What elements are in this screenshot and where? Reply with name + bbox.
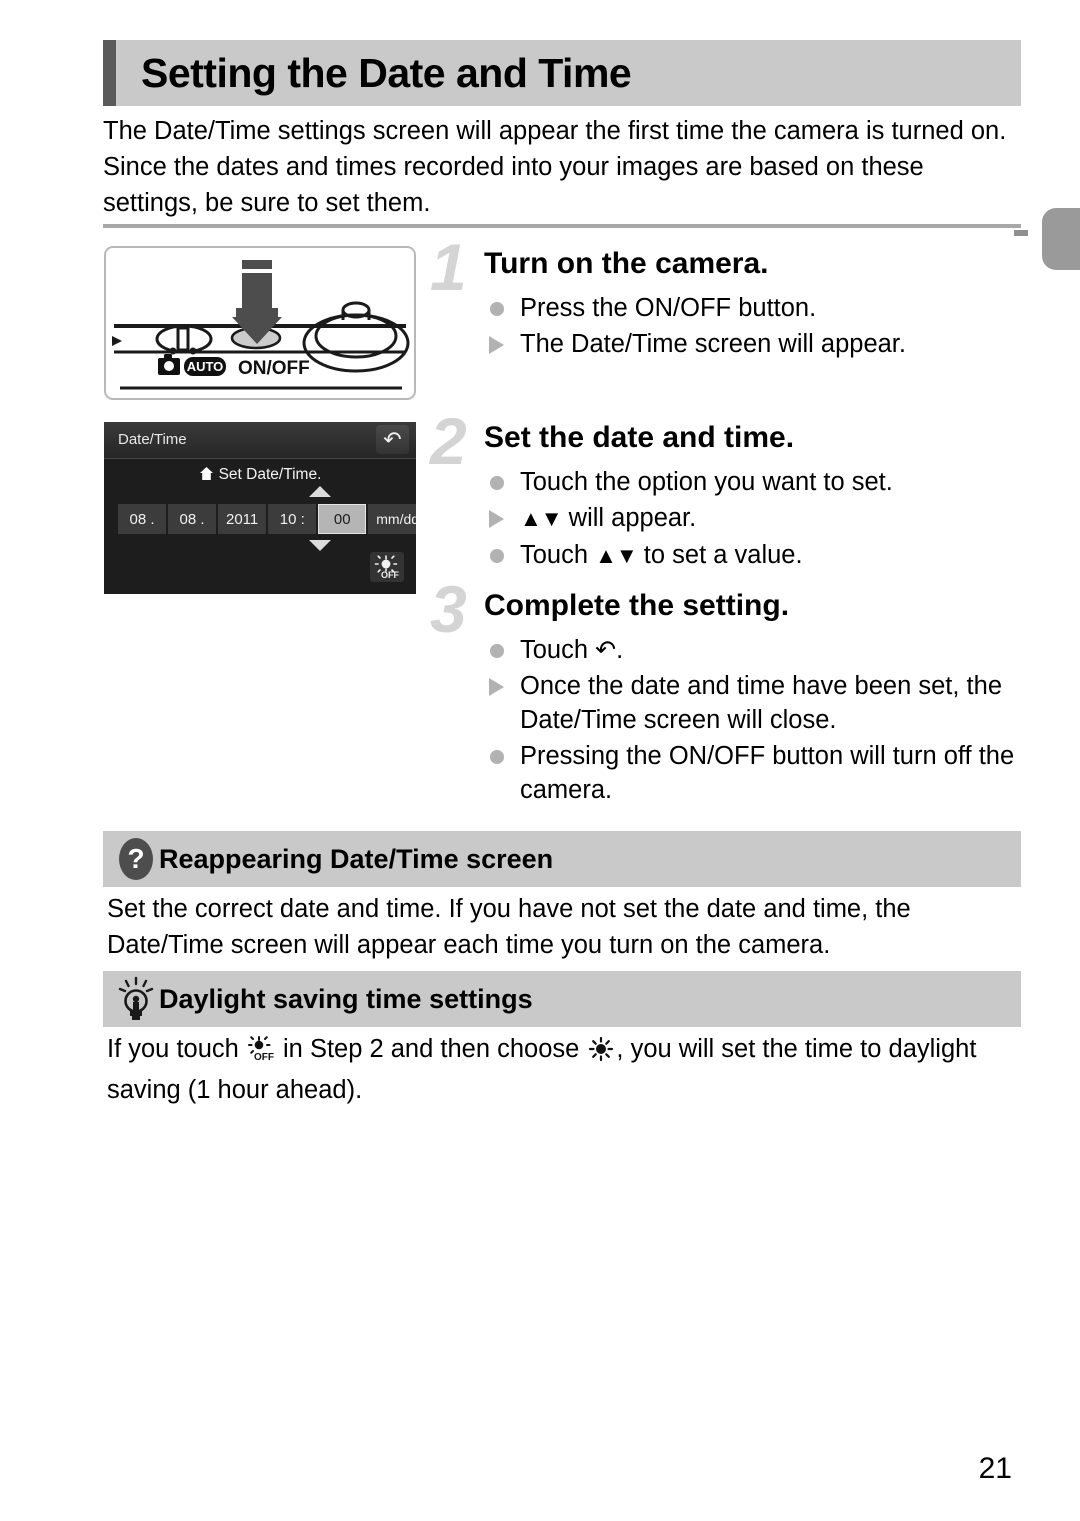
lcd-screen-title: Date/Time <box>118 431 187 448</box>
edge-tab-marker <box>1042 208 1080 270</box>
step-2-line-3-pre: Touch <box>520 541 596 569</box>
sun-off-icon[interactable]: OFF <box>370 552 404 582</box>
bullet-triangle-icon <box>489 678 504 696</box>
step-1-line-1: Press the ON/OFF button. <box>484 291 1025 325</box>
edge-tab-dash <box>1014 230 1028 236</box>
callout-daylight-title: Daylight saving time settings <box>159 983 533 1014</box>
step-2-line-3: Touch ▲▼ to set a value. <box>484 538 1025 573</box>
field-year[interactable]: 2011 <box>218 504 267 534</box>
step-3-line-1-post: . <box>616 636 624 664</box>
bullet-dot-icon <box>490 549 504 563</box>
bullet-dot-icon <box>490 644 504 658</box>
callout-reappearing-title: Reappearing Date/Time screen <box>159 843 554 874</box>
step-2-line-1: Touch the option you want to set. <box>484 465 1025 499</box>
step-3: 3 Complete the setting. Touch ↶. Once th… <box>430 576 1025 809</box>
field-day[interactable]: 08 . <box>168 504 216 534</box>
step-1-number: 1 <box>430 230 467 304</box>
step-3-number: 3 <box>430 572 467 646</box>
step-3-line-1: Touch ↶. <box>484 633 1025 667</box>
step-3-body: Touch ↶. Once the date and time have bee… <box>484 633 1025 807</box>
step-2-line-2-text: will appear. <box>561 504 697 532</box>
section-divider <box>103 224 1021 228</box>
lcd-set-prompt-text: Set Date/Time. <box>218 466 322 483</box>
step-3-line-3: Pressing the ON/OFF button will turn off… <box>484 739 1025 807</box>
sun-icon <box>588 1036 614 1072</box>
arrow-down-icon[interactable] <box>309 540 331 551</box>
bullet-dot-icon <box>490 750 504 764</box>
lcd-set-prompt: Set Date/Time. <box>104 466 416 486</box>
callout-daylight-bar: Daylight saving time settings <box>103 971 1021 1027</box>
svg-text:AUTO: AUTO <box>187 359 224 374</box>
intro-paragraph: The Date/Time settings screen will appea… <box>103 117 1007 217</box>
step-1: 1 Turn on the camera. Press the ON/OFF b… <box>430 234 1025 363</box>
field-date-format[interactable]: mm/dd/yy <box>368 504 416 534</box>
page-title: Setting the Date and Time <box>141 49 632 96</box>
shutter-ring-icon <box>302 301 410 373</box>
svg-text:OFF: OFF <box>254 1052 274 1062</box>
dst-off-label: OFF <box>381 570 399 579</box>
field-month[interactable]: 08 . <box>118 504 166 534</box>
up-down-arrows-icon: ▲▼ <box>595 543 638 568</box>
title-accent-bar <box>103 40 116 106</box>
field-minute-selected[interactable]: 00 <box>318 504 367 534</box>
sun-off-icon: OFF <box>247 1036 274 1072</box>
step-3-line-1-pre: Touch <box>520 636 596 664</box>
bullet-dot-icon <box>490 302 504 316</box>
step-2: 2 Set the date and time. Touch the optio… <box>430 408 1025 575</box>
step-1-line-1-text: Press the ON/OFF button. <box>520 294 817 322</box>
step-1-line-2-text: The Date/Time screen will appear. <box>520 330 906 358</box>
lcd-datetime-fields: 08 . 08 . 2011 10 : 00 mm/dd/yy <box>118 504 416 534</box>
bullet-triangle-icon <box>489 336 504 354</box>
step-1-line-2: The Date/Time screen will appear. <box>484 327 1025 361</box>
field-hour[interactable]: 10 : <box>268 504 317 534</box>
home-icon <box>199 466 214 486</box>
mode-auto-label: AUTO <box>158 354 226 376</box>
callout-daylight-text-part1: If you touch <box>107 1035 246 1063</box>
callout-daylight-text-part2: in Step 2 and then choose <box>275 1035 587 1063</box>
step-2-number: 2 <box>430 404 467 478</box>
return-arrow-icon: ↶ <box>595 636 617 664</box>
step-2-line-1-text: Touch the option you want to set. <box>520 468 893 496</box>
step-3-line-2-text: Once the date and time have been set, th… <box>520 672 1002 734</box>
step-3-line-2: Once the date and time have been set, th… <box>484 669 1025 737</box>
callout-daylight-text: If you touch OFF in Step 2 and then choo… <box>107 1031 1021 1108</box>
page-number: 21 <box>978 1452 1012 1485</box>
mode-dial-icon <box>155 324 213 355</box>
up-down-arrows-icon: ▲▼ <box>520 506 563 531</box>
page-title-bar: Setting the Date and Time <box>103 40 1021 106</box>
arrow-up-icon[interactable] <box>309 486 331 497</box>
step-2-heading: Set the date and time. <box>484 421 795 454</box>
callout-reappearing-text: Set the correct date and time. If you ha… <box>107 895 911 959</box>
step-2-line-2: ▲▼ will appear. <box>484 501 1025 536</box>
bullet-triangle-icon <box>489 510 504 528</box>
return-arrow-icon[interactable]: ↶ <box>376 425 409 454</box>
callout-reappearing-bar: ? Reappearing Date/Time screen <box>103 831 1021 887</box>
svg-text:?: ? <box>127 843 144 874</box>
step-3-line-3-text: Pressing the ON/OFF button will turn off… <box>520 742 1015 804</box>
step-3-heading: Complete the setting. <box>484 589 790 622</box>
question-mark-icon: ? <box>103 837 159 881</box>
step-2-body: Touch the option you want to set. ▲▼ wil… <box>484 465 1025 573</box>
on-off-label: ON/OFF <box>238 358 310 379</box>
bullet-dot-icon <box>490 476 504 490</box>
lightbulb-icon <box>103 976 159 1022</box>
step-1-heading: Turn on the camera. <box>484 247 769 280</box>
step-2-line-3-post: to set a value. <box>636 541 803 569</box>
camera-illustration: AUTO ON/OFF <box>112 260 410 390</box>
step-1-body: Press the ON/OFF button. The Date/Time s… <box>484 291 1025 361</box>
figure-lcd-datetime-screen: Date/Time ↶ Set Date/Time. 08 . 08 . 201… <box>104 422 416 594</box>
figure-camera-top: AUTO ON/OFF <box>104 246 416 400</box>
